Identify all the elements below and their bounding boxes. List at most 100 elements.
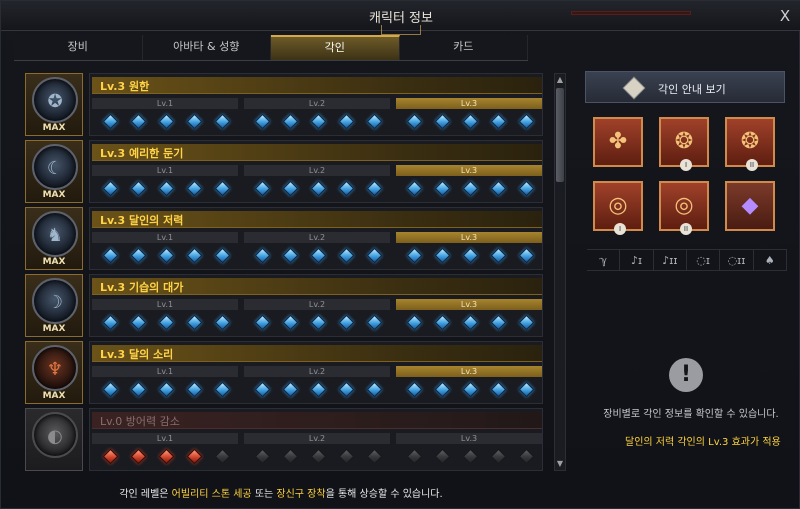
engraving-gem-icon — [310, 381, 326, 398]
engraving-gem-icon — [254, 381, 270, 398]
scroll-up-icon[interactable]: ▲ — [555, 74, 565, 86]
engraving-row[interactable]: ♆ MAX Lv.3 달의 소리 Lv.1 Lv.2 Lv.3 — [23, 341, 545, 404]
engraving-name-bar: Lv.3 기습의 대가 — [92, 278, 542, 295]
equipment-slot-necklace[interactable]: ✤ — [593, 117, 643, 167]
tab-equipment[interactable]: 장비 — [14, 35, 143, 60]
level-label: Lv.1 — [92, 165, 238, 176]
engraving-gem-icon — [434, 381, 450, 398]
engraving-gem-icon — [366, 247, 382, 264]
ability-stone-icon: ◆ — [741, 193, 759, 218]
engraving-gem-icon — [462, 381, 478, 398]
gem-row — [400, 381, 540, 399]
engraving-gem-icon — [130, 314, 146, 331]
filter-ring-1-button[interactable]: ◌ɪ — [687, 250, 721, 270]
engraving-portrait: ♞ MAX — [25, 207, 83, 270]
close-button[interactable]: X — [775, 6, 795, 26]
level-label: Lv.1 — [92, 433, 238, 444]
engraving-levels: Lv.1 Lv.2 Lv.3 — [92, 299, 542, 335]
level-label: Lv.3 — [396, 165, 542, 176]
level-label: Lv.2 — [244, 165, 390, 176]
gem-row — [400, 314, 540, 332]
level-group: Lv.2 — [244, 98, 390, 134]
level-label: Lv.2 — [244, 299, 390, 310]
engraving-gem-icon — [462, 448, 478, 465]
scroll-thumb[interactable] — [556, 88, 564, 182]
tab-avatar-tendency[interactable]: 아바타 & 성향 — [143, 35, 271, 60]
gem-row — [248, 381, 388, 399]
engraving-name-bar: Lv.0 방어력 감소 — [92, 412, 542, 429]
level-group: Lv.1 — [92, 98, 238, 134]
scrollbar[interactable]: ▲ ▼ — [554, 73, 566, 471]
gem-row — [248, 247, 388, 265]
engraving-gem-icon — [434, 113, 450, 130]
level-group: Lv.3 — [396, 165, 542, 201]
engraving-list[interactable]: ✪ MAX Lv.3 원한 Lv.1 Lv.2 Lv.3 ☾ MAX Lv.3 예리한 둔기 Lv… — [23, 73, 545, 471]
equipment-slot-grid: ✤ ❂ I ❂ II ◎ I ◎ II ◆ — [593, 117, 783, 237]
engraving-gem-icon — [282, 180, 298, 197]
equipment-slot-ring-2[interactable]: ◎ II — [659, 181, 709, 235]
gem-row — [400, 448, 540, 466]
engraving-gem-icon — [406, 448, 422, 465]
engraving-levels: Lv.1 Lv.2 Lv.3 — [92, 98, 542, 134]
equipment-slot-ability-stone[interactable]: ◆ — [725, 181, 775, 231]
equipment-slot-ring-1[interactable]: ◎ I — [593, 181, 643, 235]
title-bar[interactable]: 캐릭터 정보 X — [1, 1, 800, 35]
engraving-row[interactable]: ✪ MAX Lv.3 원한 Lv.1 Lv.2 Lv.3 — [23, 73, 545, 136]
engraving-info: Lv.3 달의 소리 Lv.1 Lv.2 Lv.3 — [89, 341, 543, 404]
equipment-slot-earring-1[interactable]: ❂ I — [659, 117, 709, 171]
grudge-icon: ✪ — [32, 77, 78, 123]
footer-hint: 각인 레벨은 어빌리티 스톤 세공 또는 장신구 장착을 통해 상승할 수 있습… — [1, 485, 561, 500]
equipment-slot-earring-2[interactable]: ❂ II — [725, 117, 775, 171]
engraving-row[interactable]: ♞ MAX Lv.3 달인의 저력 Lv.1 Lv.2 Lv.3 — [23, 207, 545, 270]
engraving-gem-icon — [434, 247, 450, 264]
level-label: Lv.2 — [244, 98, 390, 109]
engraving-gem-icon — [366, 314, 382, 331]
engraving-gem-icon — [490, 180, 506, 197]
filter-earring-2-button[interactable]: ♪ɪɪ — [654, 250, 687, 270]
engraving-gem-icon — [366, 113, 382, 130]
scroll-down-icon[interactable]: ▼ — [555, 458, 565, 470]
level-group: Lv.2 — [244, 165, 390, 201]
gem-row — [96, 180, 236, 198]
level-group: Lv.1 — [92, 232, 238, 268]
filter-necklace-button[interactable]: ℽ — [587, 250, 621, 270]
level-group: Lv.1 — [92, 165, 238, 201]
filter-ring-2-button[interactable]: ◌ɪɪ — [720, 250, 754, 270]
level-group: Lv.1 — [92, 299, 238, 335]
tab-card[interactable]: 카드 — [400, 35, 528, 60]
engraving-gem-icon — [102, 113, 118, 130]
level-group: Lv.2 — [244, 299, 390, 335]
engraving-gem-icon — [254, 247, 270, 264]
engraving-gem-icon — [366, 381, 382, 398]
level-group: Lv.2 — [244, 366, 390, 402]
engraving-guide-button[interactable]: 각인 안내 보기 — [585, 71, 785, 103]
engraving-gem-icon — [490, 448, 506, 465]
slot-numeral: II — [680, 223, 692, 235]
level-group: Lv.1 — [92, 433, 238, 469]
engraving-row[interactable]: ☾ MAX Lv.3 예리한 둔기 Lv.1 Lv.2 Lv.3 — [23, 140, 545, 203]
equipment-filter-bar: ℽ ♪ɪ ♪ɪɪ ◌ɪ ◌ɪɪ ♠ — [587, 249, 787, 271]
gem-row — [248, 180, 388, 198]
filter-earring-1-button[interactable]: ♪ɪ — [620, 250, 654, 270]
level-label: Lv.1 — [92, 232, 238, 243]
tab-engraving[interactable]: 각인 — [271, 35, 400, 60]
max-badge: MAX — [42, 324, 66, 334]
filter-stone-button[interactable]: ♠ — [754, 250, 787, 270]
engraving-gem-icon — [406, 113, 422, 130]
engraving-gem-icon — [338, 314, 354, 331]
engraving-gem-icon — [214, 314, 230, 331]
guide-book-icon — [622, 76, 646, 100]
engraving-row[interactable]: ☽ MAX Lv.3 기습의 대가 Lv.1 Lv.2 Lv.3 — [23, 274, 545, 337]
earring-icon: ❂ — [740, 129, 760, 154]
engraving-gem-icon — [518, 247, 534, 264]
engraving-gem-icon — [158, 113, 174, 130]
engraving-row[interactable]: ◐ Lv.0 방어력 감소 Lv.1 Lv.2 Lv.3 — [23, 408, 545, 471]
engraving-name: Lv.0 방어력 감소 — [100, 415, 180, 428]
engraving-gem-icon — [214, 113, 230, 130]
level-label: Lv.1 — [92, 366, 238, 377]
engraving-info: Lv.3 예리한 둔기 Lv.1 Lv.2 Lv.3 — [89, 140, 543, 203]
engraving-gem-icon — [282, 113, 298, 130]
engraving-gem-icon — [186, 314, 202, 331]
slot-numeral: I — [614, 223, 626, 235]
engraving-gem-icon — [338, 448, 354, 465]
